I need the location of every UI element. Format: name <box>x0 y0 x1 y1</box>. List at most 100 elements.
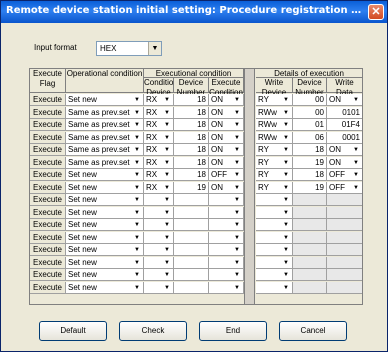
condition-device-select[interactable]: ▼ <box>144 244 174 256</box>
write-device-select[interactable]: RWw ▼ <box>256 132 293 144</box>
execute-condition-select[interactable]: ON ▼ <box>209 94 244 106</box>
write-data-input[interactable]: ON ▼ <box>327 144 362 156</box>
condition-device-select[interactable]: ▼ <box>144 219 174 231</box>
write-device-number-input[interactable] <box>293 282 327 294</box>
write-data-input[interactable]: OFF ▼ <box>327 169 362 181</box>
chevron-down-icon[interactable]: ▼ <box>281 170 291 180</box>
write-device-select[interactable]: RY ▼ <box>256 169 293 181</box>
execute-condition-select[interactable]: ON ▼ <box>209 144 244 156</box>
write-data-input[interactable] <box>327 207 362 219</box>
write-device-select[interactable]: RY ▼ <box>256 144 293 156</box>
write-device-number-input[interactable]: 18 <box>293 144 327 156</box>
chevron-down-icon[interactable]: ▼ <box>162 120 172 130</box>
cancel-button[interactable]: Cancel <box>279 321 347 341</box>
chevron-down-icon[interactable]: ▼ <box>132 208 142 218</box>
chevron-down-icon[interactable]: ▼ <box>162 270 172 280</box>
condition-device-select[interactable]: ▼ <box>144 269 174 281</box>
write-device-number-input[interactable] <box>293 219 327 231</box>
write-device-select[interactable]: RY ▼ <box>256 94 293 106</box>
write-device-select[interactable]: RWw ▼ <box>256 107 293 119</box>
device-number-input[interactable] <box>174 232 209 244</box>
execute-flag-cell[interactable]: Execute <box>30 282 66 294</box>
execute-condition-select[interactable]: ON ▼ <box>209 182 244 194</box>
chevron-down-icon[interactable]: ▼ <box>232 208 242 218</box>
write-device-select[interactable]: ▼ <box>256 269 293 281</box>
write-data-input[interactable] <box>327 244 362 256</box>
chevron-down-icon[interactable]: ▼ <box>232 158 242 168</box>
write-device-number-input[interactable] <box>293 269 327 281</box>
operational-condition-select[interactable]: Same as prev.set ▼ <box>66 119 144 131</box>
device-number-input[interactable]: 18 <box>174 132 209 144</box>
execute-flag-cell[interactable]: Execute <box>30 94 66 106</box>
chevron-down-icon[interactable]: ▼ <box>281 258 291 268</box>
chevron-down-icon[interactable]: ▼ <box>162 183 172 193</box>
operational-condition-select[interactable]: Set new ▼ <box>66 207 144 219</box>
condition-device-select[interactable]: RX ▼ <box>144 169 174 181</box>
device-number-input[interactable]: 18 <box>174 169 209 181</box>
close-icon[interactable]: ✕ <box>368 4 384 20</box>
operational-condition-select[interactable]: Same as prev.set ▼ <box>66 107 144 119</box>
write-device-number-input[interactable]: 00 <box>293 94 327 106</box>
execute-condition-select[interactable]: ▼ <box>209 269 244 281</box>
condition-device-select[interactable]: RX ▼ <box>144 132 174 144</box>
operational-condition-select[interactable]: Set new ▼ <box>66 269 144 281</box>
write-data-input[interactable] <box>327 232 362 244</box>
execute-condition-select[interactable]: ▼ <box>209 219 244 231</box>
write-device-number-input[interactable] <box>293 194 327 206</box>
device-number-input[interactable] <box>174 219 209 231</box>
write-device-number-input[interactable] <box>293 207 327 219</box>
chevron-down-icon[interactable]: ▼ <box>132 145 142 155</box>
chevron-down-icon[interactable]: ▼ <box>281 108 291 118</box>
check-button[interactable]: Check <box>119 321 187 341</box>
chevron-down-icon[interactable]: ▼ <box>351 183 361 193</box>
chevron-down-icon[interactable]: ▼ <box>132 283 142 293</box>
chevron-down-icon[interactable]: ▼ <box>232 145 242 155</box>
write-device-number-input[interactable]: 19 <box>293 157 327 169</box>
execute-flag-cell[interactable]: Execute <box>30 207 66 219</box>
write-data-input[interactable] <box>327 194 362 206</box>
condition-device-select[interactable]: ▼ <box>144 232 174 244</box>
chevron-down-icon[interactable]: ▼ <box>232 95 242 105</box>
write-device-select[interactable]: ▼ <box>256 207 293 219</box>
write-device-select[interactable]: RWw ▼ <box>256 119 293 131</box>
device-number-input[interactable] <box>174 207 209 219</box>
input-format-select[interactable]: HEX ▼ <box>96 41 162 56</box>
write-data-input[interactable] <box>327 219 362 231</box>
chevron-down-icon[interactable]: ▼ <box>132 183 142 193</box>
write-data-input[interactable]: 0101 <box>327 107 362 119</box>
chevron-down-icon[interactable]: ▼ <box>162 208 172 218</box>
condition-device-select[interactable]: ▼ <box>144 207 174 219</box>
chevron-down-icon[interactable]: ▼ <box>162 245 172 255</box>
chevron-down-icon[interactable]: ▼ <box>162 95 172 105</box>
chevron-down-icon[interactable]: ▼ <box>232 108 242 118</box>
write-device-select[interactable]: ▼ <box>256 257 293 269</box>
execute-flag-cell[interactable]: Execute <box>30 132 66 144</box>
condition-device-select[interactable]: RX ▼ <box>144 157 174 169</box>
chevron-down-icon[interactable]: ▼ <box>281 183 291 193</box>
device-number-input[interactable]: 18 <box>174 94 209 106</box>
operational-condition-select[interactable]: Set new ▼ <box>66 257 144 269</box>
condition-device-select[interactable]: ▼ <box>144 194 174 206</box>
execute-condition-select[interactable]: OFF ▼ <box>209 169 244 181</box>
chevron-down-icon[interactable]: ▼ <box>162 233 172 243</box>
operational-condition-select[interactable]: Set new ▼ <box>66 232 144 244</box>
chevron-down-icon[interactable]: ▼ <box>232 220 242 230</box>
chevron-down-icon[interactable]: ▼ <box>132 220 142 230</box>
chevron-down-icon[interactable]: ▼ <box>162 195 172 205</box>
chevron-down-icon[interactable]: ▼ <box>281 158 291 168</box>
chevron-down-icon[interactable]: ▼ <box>148 42 161 55</box>
device-number-input[interactable]: 19 <box>174 182 209 194</box>
chevron-down-icon[interactable]: ▼ <box>232 120 242 130</box>
operational-condition-select[interactable]: Set new ▼ <box>66 219 144 231</box>
chevron-down-icon[interactable]: ▼ <box>351 145 361 155</box>
execute-flag-cell[interactable]: Execute <box>30 257 66 269</box>
condition-device-select[interactable]: RX ▼ <box>144 144 174 156</box>
write-device-number-input[interactable] <box>293 244 327 256</box>
chevron-down-icon[interactable]: ▼ <box>281 220 291 230</box>
chevron-down-icon[interactable]: ▼ <box>232 133 242 143</box>
chevron-down-icon[interactable]: ▼ <box>351 170 361 180</box>
end-button[interactable]: End <box>199 321 267 341</box>
write-device-select[interactable]: RY ▼ <box>256 157 293 169</box>
execute-condition-select[interactable]: ▼ <box>209 232 244 244</box>
chevron-down-icon[interactable]: ▼ <box>162 133 172 143</box>
